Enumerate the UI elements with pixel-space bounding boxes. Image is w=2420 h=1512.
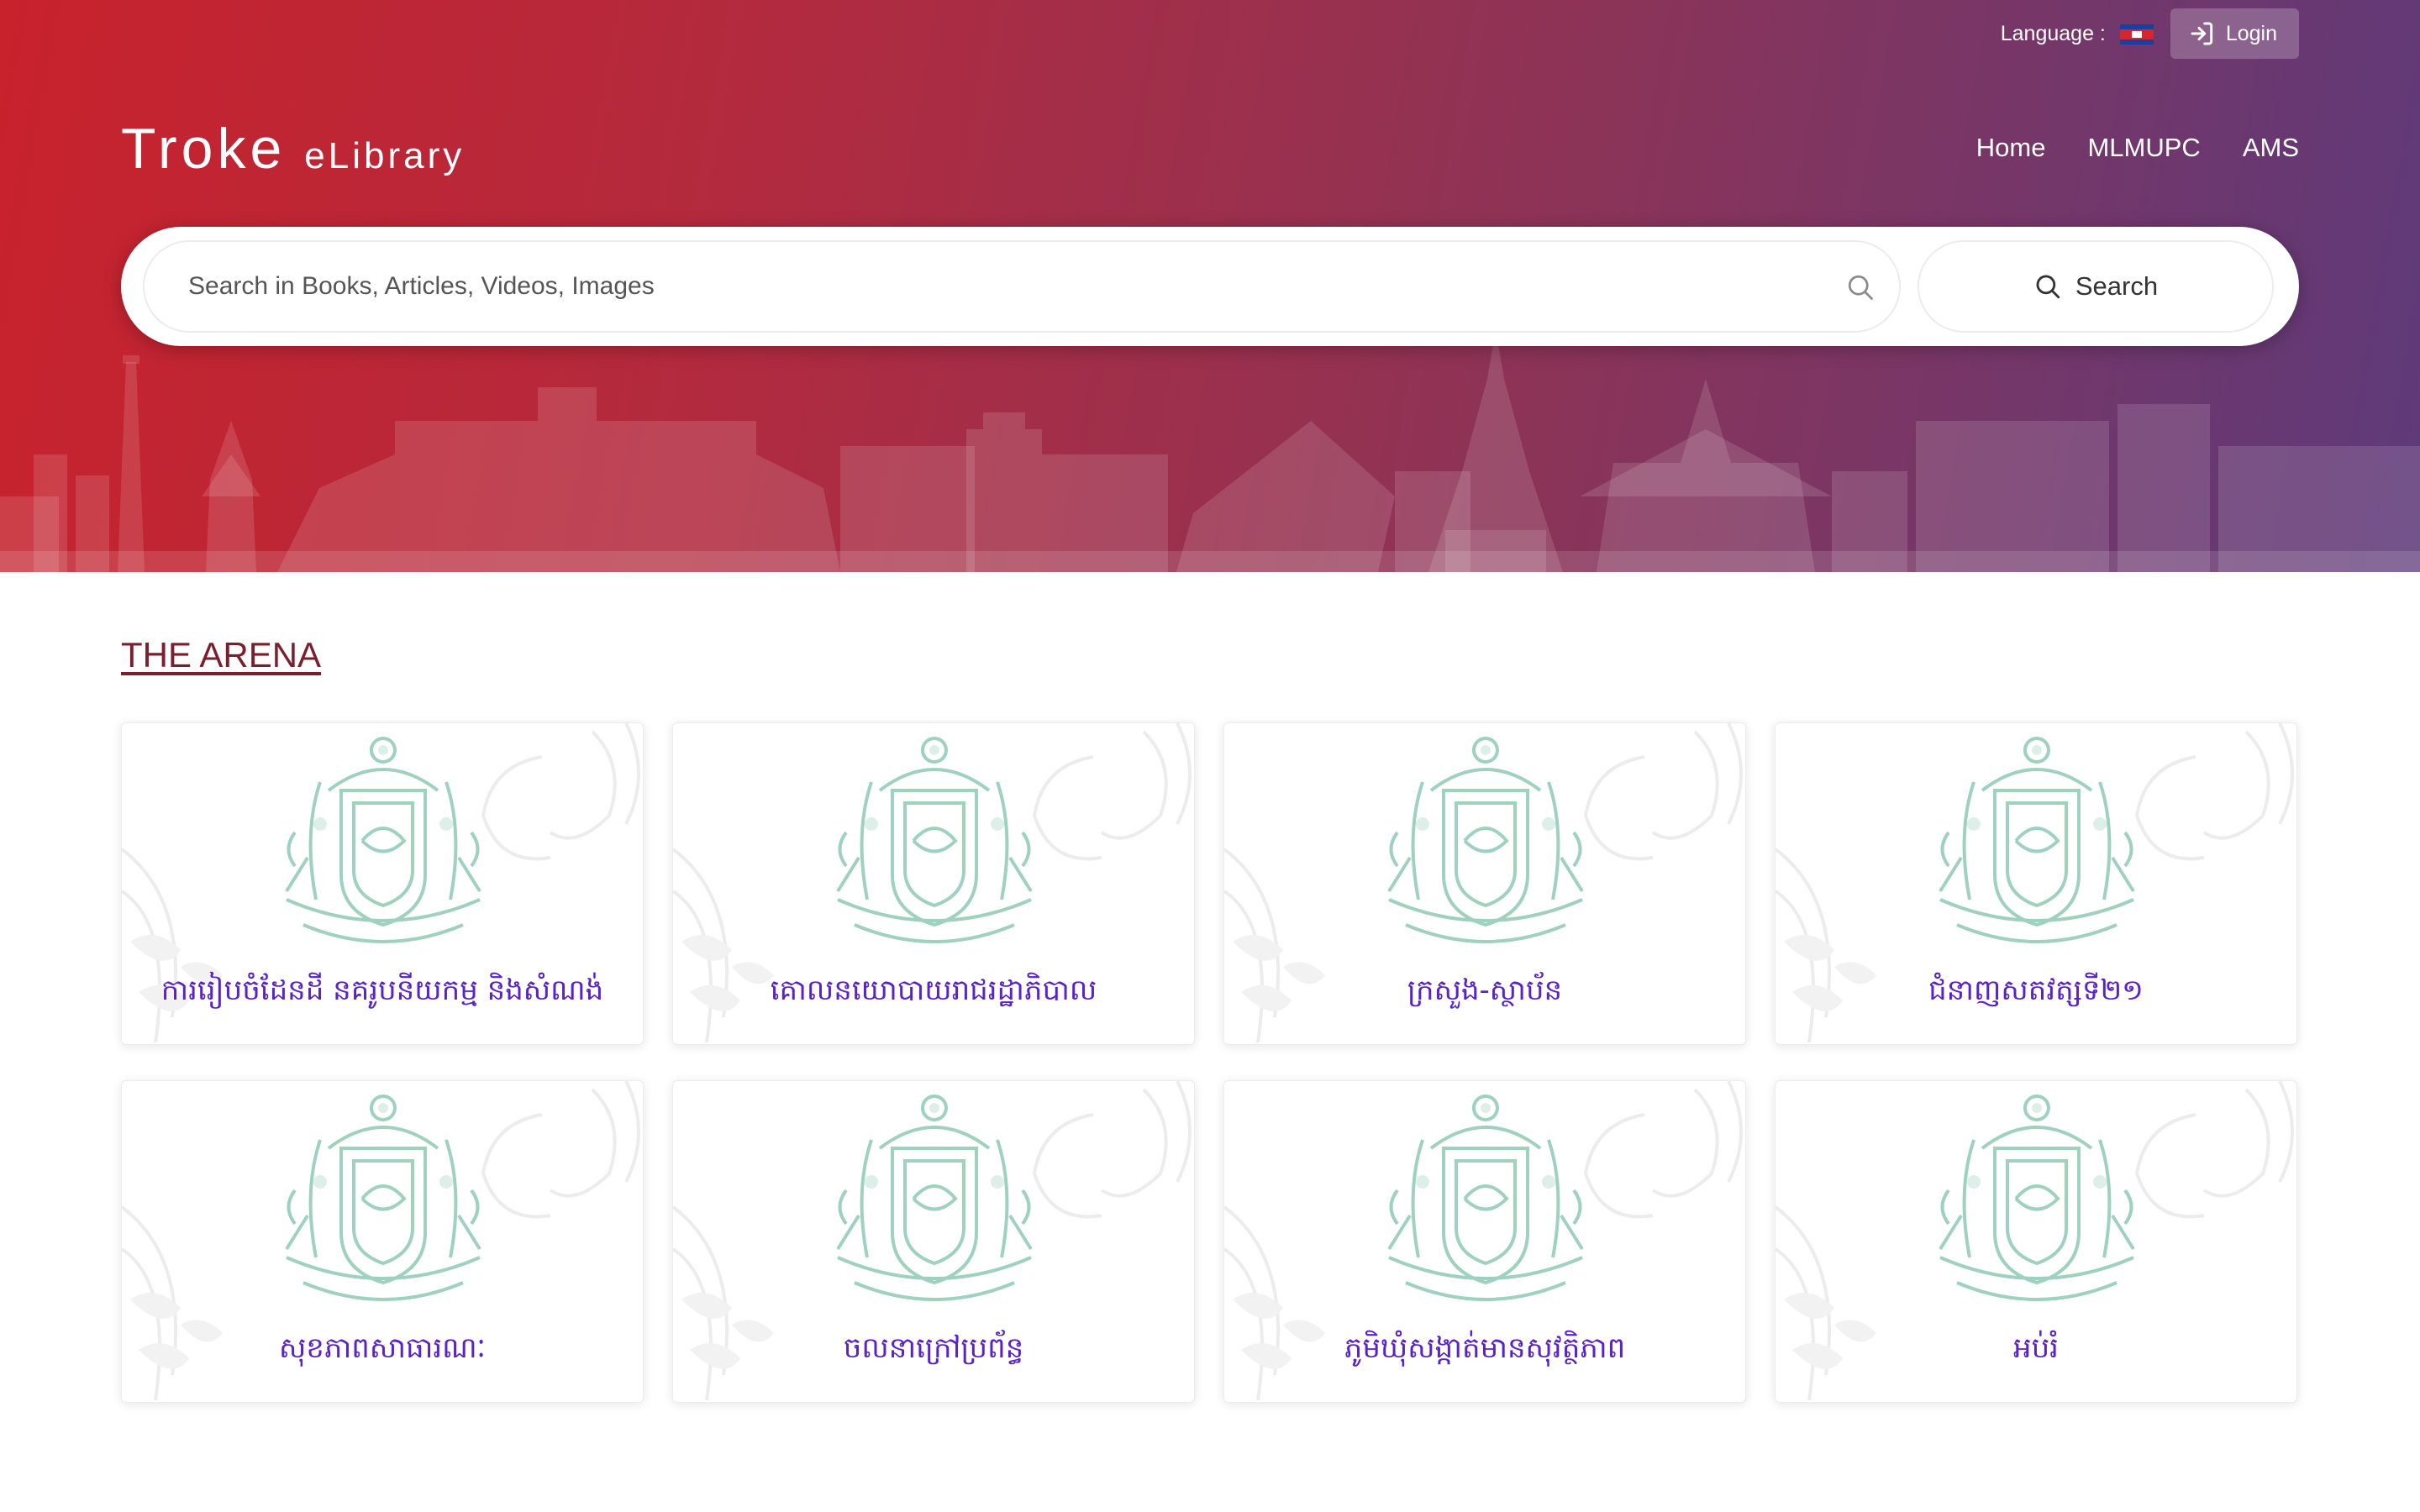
royal-emblem-icon: [1923, 732, 2150, 958]
search-field-container: [143, 240, 1901, 333]
category-card[interactable]: ចលនាក្រៅប្រព័ន្ធ: [672, 1080, 1195, 1403]
category-card-title: អប់រំ: [2013, 1331, 2059, 1365]
royal-emblem-icon: [1372, 732, 1599, 958]
category-card[interactable]: គោលនយោបាយរាជរដ្ឋាភិបាល: [672, 722, 1195, 1045]
search-bar: Search: [121, 227, 2299, 346]
royal-emblem-icon: [821, 1089, 1048, 1316]
category-card[interactable]: ការរៀបចំដែនដី នគរូបនីយកម្ម និងសំណង់: [121, 722, 644, 1045]
main-navigation: Home MLMUPC AMS: [1976, 133, 2299, 163]
category-card-title: ចលនាក្រៅប្រព័ន្ធ: [843, 1331, 1024, 1365]
category-card-title: ការរៀបចំដែនដី នគរូបនីយកម្ម និងសំណង់: [160, 974, 604, 1007]
login-icon: [2191, 22, 2212, 45]
category-card[interactable]: ភូមិឃុំសង្កាត់មានសុវត្ថិភាព: [1223, 1080, 1746, 1403]
logo-sub-text: eLibrary: [304, 135, 466, 176]
category-card-title: សុខភាពសាធារណៈ: [278, 1331, 487, 1365]
category-card[interactable]: ជំនាញសតវត្សទី២១: [1775, 722, 2297, 1045]
category-card[interactable]: ក្រសួង-ស្ថាប័ន: [1223, 722, 1746, 1045]
category-card[interactable]: សុខភាពសាធារណៈ: [121, 1080, 644, 1403]
language-label: Language :: [2000, 21, 2106, 45]
top-utility-bar: Language : Login: [2001, 8, 2299, 59]
royal-emblem-icon: [1372, 1089, 1599, 1316]
nav-mlmupc[interactable]: MLMUPC: [2087, 133, 2200, 163]
royal-emblem-icon: [270, 732, 497, 958]
nav-ams[interactable]: AMS: [2243, 133, 2299, 163]
nav-home[interactable]: Home: [1976, 133, 2046, 163]
troke-elibrary-logo[interactable]: Troke eLibrary: [121, 116, 466, 181]
hero-banner: Language : Login Troke eLibrary Home MLM…: [0, 0, 2420, 572]
language-selector[interactable]: Language :: [2001, 22, 2154, 46]
category-card[interactable]: អប់រំ: [1775, 1080, 2297, 1403]
cambodia-flag-icon[interactable]: [2119, 24, 2154, 45]
category-card-title: ជំនាញសតវត្សទី២១: [1928, 974, 2144, 1007]
login-button[interactable]: Login: [2170, 8, 2299, 59]
search-button[interactable]: Search: [1918, 240, 2274, 333]
category-card-title: ភូមិឃុំសង្កាត់មានសុវត្ថិភាព: [1344, 1331, 1626, 1365]
category-card-title: គោលនយោបាយរាជរដ្ឋាភិបាល: [770, 974, 1097, 1007]
search-input[interactable]: [187, 271, 1786, 302]
royal-emblem-icon: [270, 1089, 497, 1316]
search-icon: [2036, 275, 2060, 299]
logo-main-text: Troke: [121, 117, 287, 181]
login-label: Login: [2225, 21, 2277, 45]
section-title[interactable]: THE ARENA: [121, 635, 321, 675]
royal-emblem-icon: [1923, 1089, 2150, 1316]
category-grid: ការរៀបចំដែនដី នគរូបនីយកម្ម និងសំណង់ គោលន…: [121, 722, 2297, 1403]
royal-emblem-icon: [821, 732, 1048, 958]
category-card-title: ក្រសួង-ស្ថាប័ន: [1407, 974, 1563, 1007]
search-icon[interactable]: [1845, 272, 1876, 302]
city-skyline-illustration: [0, 328, 2420, 572]
search-button-label: Search: [2075, 271, 2159, 301]
